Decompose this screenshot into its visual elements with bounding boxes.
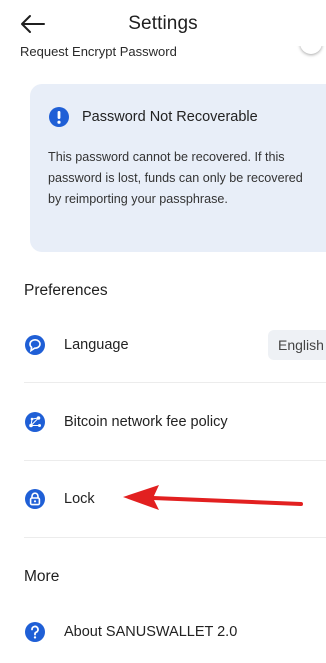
- language-value-button[interactable]: English: [268, 330, 326, 360]
- divider: [24, 382, 326, 383]
- about-label: About SANUSWALLET 2.0: [64, 624, 238, 640]
- info-icon: [49, 107, 69, 127]
- page-title: Settings: [128, 13, 198, 34]
- annotation-arrow: [123, 485, 303, 510]
- request-encrypt-password-label: Request Encrypt Password: [20, 44, 177, 59]
- help-icon: [25, 622, 45, 642]
- password-notice-card: Password Not Recoverable This password c…: [30, 84, 326, 252]
- notice-body: This password cannot be recovered. If th…: [48, 150, 303, 206]
- lock-icon: [25, 489, 45, 509]
- chat-bubble-icon: [25, 335, 45, 355]
- bitcoin-fee-policy-row[interactable]: Bitcoin network fee policy: [24, 410, 326, 434]
- lock-label: Lock: [64, 491, 95, 507]
- more-heading: More: [24, 568, 60, 585]
- bitcoin-fee-policy-label: Bitcoin network fee policy: [64, 414, 228, 430]
- network-icon: [25, 412, 45, 432]
- notice-title: Password Not Recoverable: [82, 109, 258, 125]
- about-row[interactable]: About SANUSWALLET 2.0: [24, 620, 326, 644]
- language-label: Language: [64, 337, 129, 353]
- divider: [24, 537, 326, 538]
- divider: [24, 460, 326, 461]
- preferences-heading: Preferences: [24, 282, 108, 299]
- app-header: Settings: [0, 0, 326, 46]
